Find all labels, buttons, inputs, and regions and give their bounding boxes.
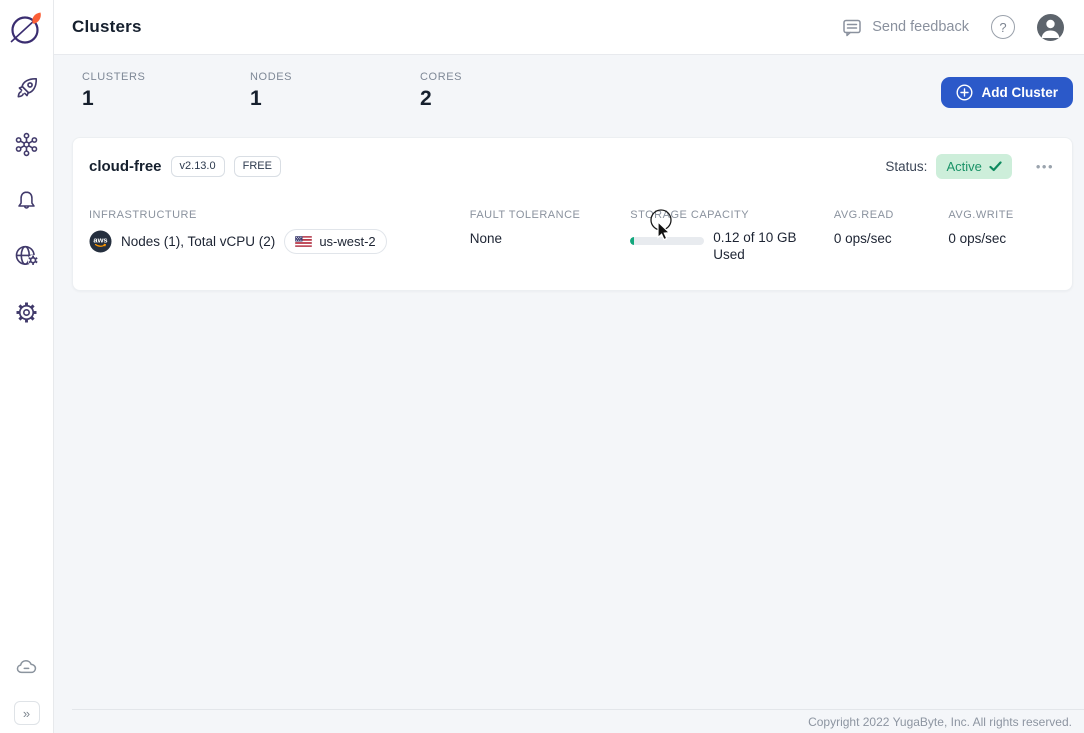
checkmark-icon <box>989 161 1002 172</box>
copyright-text: Copyright 2022 YugaByte, Inc. All rights… <box>808 714 1072 729</box>
stat-value: 2 <box>420 87 432 110</box>
region-name: us-west-2 <box>319 234 376 249</box>
cloud-status-button[interactable] <box>12 653 42 681</box>
plus-circle-icon <box>956 84 973 101</box>
feedback-bubble-icon <box>843 19 861 36</box>
avg-read-value: 0 ops/sec <box>833 231 892 246</box>
stat-value: 1 <box>82 87 94 110</box>
tier-badge: FREE <box>233 156 281 177</box>
storage-used-text: 0.12 of 10 GB Used <box>713 230 796 264</box>
sidebar-item-clusters[interactable] <box>12 130 42 158</box>
stat-cores: CORES 2 <box>420 71 588 111</box>
person-icon <box>1041 19 1060 38</box>
cluster-name-link[interactable]: cloud-free <box>89 158 162 175</box>
storage-capacity-column: STORAGE CAPACITY 0.12 of 10 GB Used <box>630 209 834 264</box>
cluster-network-icon <box>15 132 38 156</box>
sidebar-bottom: » <box>12 653 42 725</box>
stat-clusters: CLUSTERS 1 <box>82 71 250 111</box>
status-badge: Active <box>936 154 1012 179</box>
footer: Copyright 2022 YugaByte, Inc. All rights… <box>72 709 1084 733</box>
avg-write-value: 0 ops/sec <box>948 231 1007 246</box>
content-area: CLUSTERS 1 NODES 1 CORES 2 Add Cluster c… <box>54 55 1084 733</box>
infrastructure-value: aws Nodes (1), Total vCPU (2) us-west-2 <box>89 229 470 254</box>
cluster-card-header: cloud-free v2.13.0 FREE Status: Active •… <box>89 154 1056 179</box>
sidebar-item-admin[interactable] <box>12 298 42 326</box>
cloud-icon <box>16 659 36 674</box>
storage-capacity-label: STORAGE CAPACITY <box>630 209 750 221</box>
stat-label: CLUSTERS <box>82 71 146 83</box>
storage-progress-fill <box>630 237 635 245</box>
stat-label: NODES <box>250 71 293 83</box>
fault-tolerance-label: FAULT TOLERANCE <box>469 209 581 221</box>
sidebar-item-network-access[interactable] <box>12 242 42 270</box>
help-button[interactable]: ? <box>991 15 1015 39</box>
sidebar-nav <box>12 74 42 326</box>
fault-tolerance-column: FAULT TOLERANCE None <box>470 209 631 264</box>
rocket-icon <box>17 77 37 98</box>
cluster-status-area: Status: Active ••• <box>885 154 1056 179</box>
send-feedback-button[interactable]: Send feedback <box>841 17 969 38</box>
nodes-summary: Nodes (1), Total vCPU (2) <box>121 234 276 249</box>
globe-gear-icon <box>15 245 38 266</box>
yugabyte-logo[interactable] <box>5 6 49 52</box>
stat-label: CORES <box>420 71 463 83</box>
sidebar-expand-button[interactable]: » <box>13 701 40 725</box>
cluster-card: cloud-free v2.13.0 FREE Status: Active •… <box>72 137 1073 291</box>
version-badge: v2.13.0 <box>170 156 225 177</box>
send-feedback-label: Send feedback <box>872 19 969 35</box>
bell-icon <box>18 190 35 209</box>
add-cluster-button[interactable]: Add Cluster <box>941 77 1073 108</box>
sidebar-item-getting-started[interactable] <box>12 74 42 102</box>
avg-read-column: AVG.READ 0 ops/sec <box>834 209 949 264</box>
us-flag-icon <box>295 236 313 247</box>
storage-used-line1: 0.12 of 10 GB <box>713 230 797 245</box>
infrastructure-column: INFRASTRUCTURE aws Nodes (1), Total vCPU… <box>89 209 470 264</box>
stat-nodes: NODES 1 <box>250 71 420 111</box>
cluster-actions-menu-button[interactable]: ••• <box>1034 156 1056 177</box>
status-value: Active <box>946 159 982 174</box>
aws-provider-icon: aws <box>89 230 112 253</box>
question-mark-icon: ? <box>999 19 1007 35</box>
sidebar: » <box>0 0 54 733</box>
top-header: Clusters Send feedback ? <box>54 0 1084 55</box>
cluster-metrics-row: INFRASTRUCTURE aws Nodes (1), Total vCPU… <box>89 209 1056 264</box>
stat-value: 1 <box>250 87 262 110</box>
avg-write-label: AVG.WRITE <box>948 209 1014 221</box>
storage-progress-bar <box>630 237 705 245</box>
add-cluster-label: Add Cluster <box>981 85 1058 100</box>
page-title: Clusters <box>72 17 142 36</box>
region-badge: us-west-2 <box>284 229 387 254</box>
main-area: Clusters Send feedback ? CLUSTERS 1 NODE… <box>54 0 1084 733</box>
fault-tolerance-value: None <box>469 231 503 246</box>
stats-row: CLUSTERS 1 NODES 1 CORES 2 Add Cluster <box>72 67 1073 125</box>
sidebar-item-alerts[interactable] <box>12 186 42 214</box>
header-controls: Send feedback ? <box>841 13 1064 41</box>
avg-write-column: AVG.WRITE 0 ops/sec <box>948 209 1056 264</box>
svg-text:aws: aws <box>93 236 107 245</box>
user-avatar[interactable] <box>1037 13 1064 41</box>
avg-read-label: AVG.READ <box>833 209 894 221</box>
chevrons-right-icon: » <box>22 705 31 721</box>
gear-icon <box>16 301 37 323</box>
storage-used-line2: Used <box>713 246 745 262</box>
status-label: Status: <box>885 159 928 174</box>
infrastructure-label: INFRASTRUCTURE <box>89 209 197 221</box>
planet-rocket-logo-icon <box>9 12 41 44</box>
storage-capacity-value: 0.12 of 10 GB Used <box>630 230 834 264</box>
